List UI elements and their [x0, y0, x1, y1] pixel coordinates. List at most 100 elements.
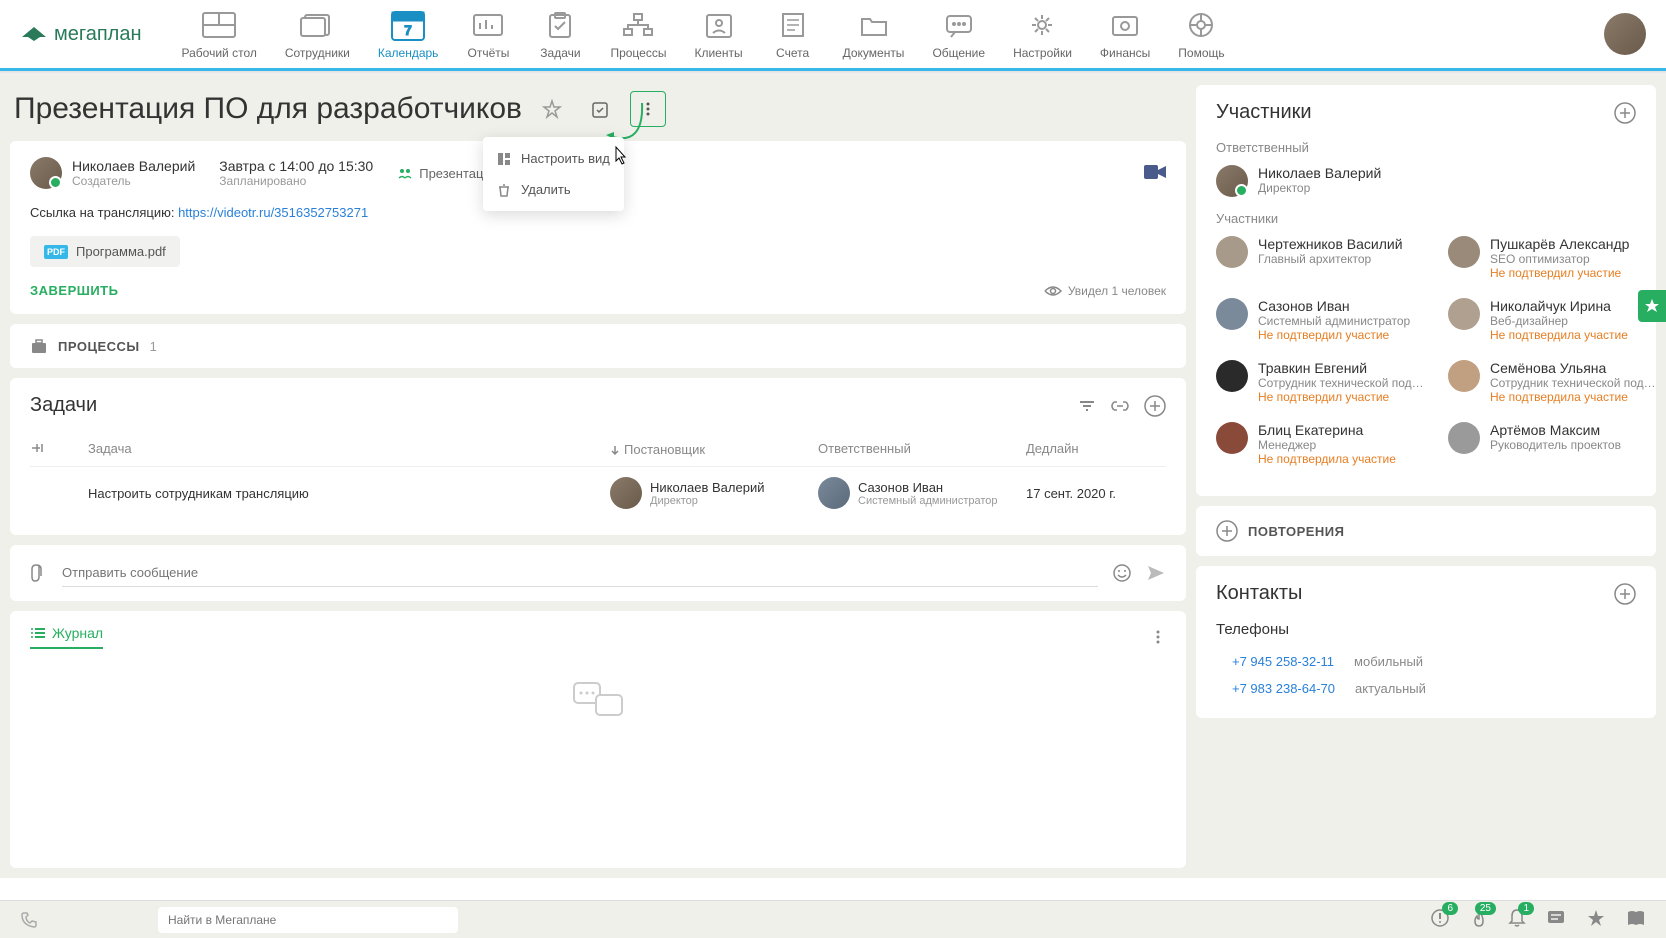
- processes-block[interactable]: ПРОЦЕССЫ 1: [10, 324, 1186, 368]
- bell-icon[interactable]: 1: [1508, 908, 1526, 931]
- nav-settings[interactable]: Настройки: [1013, 8, 1072, 60]
- fire-icon[interactable]: 25: [1470, 908, 1488, 931]
- schedule-block: Завтра с 14:00 до 15:30 Запланировано: [219, 158, 373, 188]
- phones-label: Телефоны: [1216, 621, 1636, 638]
- briefcase-icon: [30, 338, 48, 354]
- task-assigner[interactable]: Николаев Валерий Директор: [610, 477, 810, 509]
- phone-number[interactable]: +7 945 258-32-11: [1232, 654, 1334, 669]
- repetitions-block[interactable]: ПОВТОРЕНИЯ: [1196, 506, 1656, 556]
- video-icon[interactable]: [1144, 165, 1166, 182]
- avatar: [1216, 422, 1248, 454]
- add-participant-button[interactable]: [1614, 102, 1636, 124]
- participant-item[interactable]: Пушкарёв Александр SEO оптимизатор Не по…: [1448, 236, 1660, 280]
- avatar: [30, 157, 62, 189]
- phone-number[interactable]: +7 983 238-64-70: [1232, 681, 1335, 696]
- participants-label: Участники: [1216, 211, 1636, 226]
- logo[interactable]: мегаплан: [20, 23, 142, 46]
- book-bar-icon[interactable]: [1626, 909, 1646, 930]
- filter-icon[interactable]: [1078, 399, 1096, 413]
- participant-item[interactable]: Николайчук Ирина Веб-дизайнер Не подтвер…: [1448, 298, 1660, 342]
- attach-icon[interactable]: [30, 563, 48, 583]
- more-dropdown: Настроить вид Удалить: [483, 137, 624, 211]
- nav-invoices[interactable]: Счета: [771, 8, 815, 60]
- contacts-card: Контакты Телефоны +7 945 258-32-11мобиль…: [1196, 566, 1656, 718]
- nav-items: Рабочий стол Сотрудники ОКТ7Календарь От…: [182, 8, 1604, 60]
- send-icon[interactable]: [1146, 564, 1166, 582]
- participant-item[interactable]: Травкин Евгений Сотрудник технической по…: [1216, 360, 1428, 404]
- page-title-row: Презентация ПО для разработчиков Настрои…: [10, 85, 1186, 131]
- star-bar-icon[interactable]: [1586, 908, 1606, 931]
- alert-icon[interactable]: 6: [1430, 908, 1450, 931]
- phone-icon[interactable]: [20, 911, 38, 929]
- nav-tasks[interactable]: Задачи: [538, 8, 582, 60]
- delete-item[interactable]: Удалить: [483, 174, 624, 205]
- sort-assigner[interactable]: Постановщик: [610, 441, 810, 458]
- chat-bar-icon[interactable]: [1546, 909, 1566, 930]
- link-icon[interactable]: [1110, 400, 1130, 412]
- nav-chat[interactable]: Общение: [932, 8, 985, 60]
- nav-finance[interactable]: Финансы: [1100, 8, 1150, 60]
- nav-clients[interactable]: Клиенты: [694, 8, 742, 60]
- pdf-badge: PDF: [44, 245, 68, 259]
- nav-documents[interactable]: Документы: [843, 8, 905, 60]
- participant-item[interactable]: Сазонов Иван Системный администратор Не …: [1216, 298, 1428, 342]
- user-avatar[interactable]: [1604, 13, 1646, 55]
- responsible-label: Ответственный: [1216, 140, 1636, 155]
- creator-block[interactable]: Николаев Валерий Создатель: [30, 157, 195, 189]
- nav-processes[interactable]: Процессы: [610, 8, 666, 60]
- nav-help[interactable]: Помощь: [1178, 8, 1224, 60]
- broadcast-link[interactable]: https://videotr.ru/3516352753271: [178, 205, 368, 220]
- avatar: [1216, 236, 1248, 268]
- task-responsible[interactable]: Сазонов Иван Системный администратор: [818, 477, 1018, 509]
- logo-icon: [20, 23, 48, 45]
- avatar: [1448, 298, 1480, 330]
- list-icon: [30, 626, 46, 640]
- avatar: [1216, 165, 1248, 197]
- avatar: [818, 477, 850, 509]
- bottom-bar: 6 25 1: [0, 900, 1666, 938]
- add-task-button[interactable]: [1144, 395, 1166, 417]
- nav-desktop[interactable]: Рабочий стол: [182, 8, 257, 60]
- avatar: [610, 477, 642, 509]
- emoji-icon[interactable]: [1112, 563, 1132, 583]
- search-input[interactable]: [158, 907, 458, 933]
- avatar: [1216, 360, 1248, 392]
- svg-text:7: 7: [404, 22, 412, 38]
- tasks-card: Задачи Задача Постановщик Ответственный …: [10, 378, 1186, 535]
- participant-item[interactable]: Блиц Екатерина Менеджер Не подтвердила у…: [1216, 422, 1428, 466]
- nav-reports[interactable]: Отчёты: [466, 8, 510, 60]
- participants-card: Участники Ответственный Николаев Валерий…: [1196, 85, 1656, 496]
- nav-employees[interactable]: Сотрудники: [285, 8, 350, 60]
- trash-icon: [497, 183, 511, 197]
- journal-more-icon[interactable]: [1150, 629, 1166, 645]
- avatar: [1448, 360, 1480, 392]
- participant-item[interactable]: Семёнова Ульяна Сотрудник технической по…: [1448, 360, 1660, 404]
- creator-name: Николаев Валерий: [72, 158, 195, 174]
- complete-button[interactable]: ЗАВЕРШИТЬ: [30, 283, 118, 298]
- journal-card: Журнал: [10, 611, 1186, 868]
- people-icon: [397, 167, 413, 179]
- top-nav: мегаплан Рабочий стол Сотрудники ОКТ7Кал…: [0, 0, 1666, 71]
- participant-item[interactable]: Артёмов Максим Руководитель проектов: [1448, 422, 1660, 466]
- expand-icon[interactable]: [30, 441, 80, 458]
- nav-calendar[interactable]: ОКТ7Календарь: [378, 8, 439, 60]
- eye-icon: [1044, 285, 1062, 297]
- file-attachment[interactable]: PDF Программа.pdf: [30, 236, 180, 267]
- journal-tab[interactable]: Журнал: [30, 625, 103, 649]
- phone-row: +7 945 258-32-11мобильный: [1216, 648, 1636, 675]
- svg-text:ОКТ: ОКТ: [402, 15, 414, 21]
- task-row[interactable]: Настроить сотрудникам трансляцию Николае…: [30, 467, 1166, 519]
- configure-view-item[interactable]: Настроить вид: [483, 143, 624, 174]
- message-card: [10, 545, 1186, 601]
- avatar: [1448, 236, 1480, 268]
- participant-responsible[interactable]: Николаев Валерий Директор: [1216, 165, 1636, 197]
- seen-indicator[interactable]: Увидел 1 человек: [1044, 284, 1166, 298]
- star-icon[interactable]: [534, 91, 570, 127]
- page-title: Презентация ПО для разработчиков: [14, 92, 522, 126]
- message-input[interactable]: [62, 559, 1098, 587]
- participant-item[interactable]: Чертежников Василий Главный архитектор: [1216, 236, 1428, 280]
- add-repetition-icon: [1216, 520, 1238, 542]
- layout-icon: [497, 152, 511, 166]
- feedback-tab[interactable]: [1638, 290, 1666, 322]
- add-contact-button[interactable]: [1614, 583, 1636, 605]
